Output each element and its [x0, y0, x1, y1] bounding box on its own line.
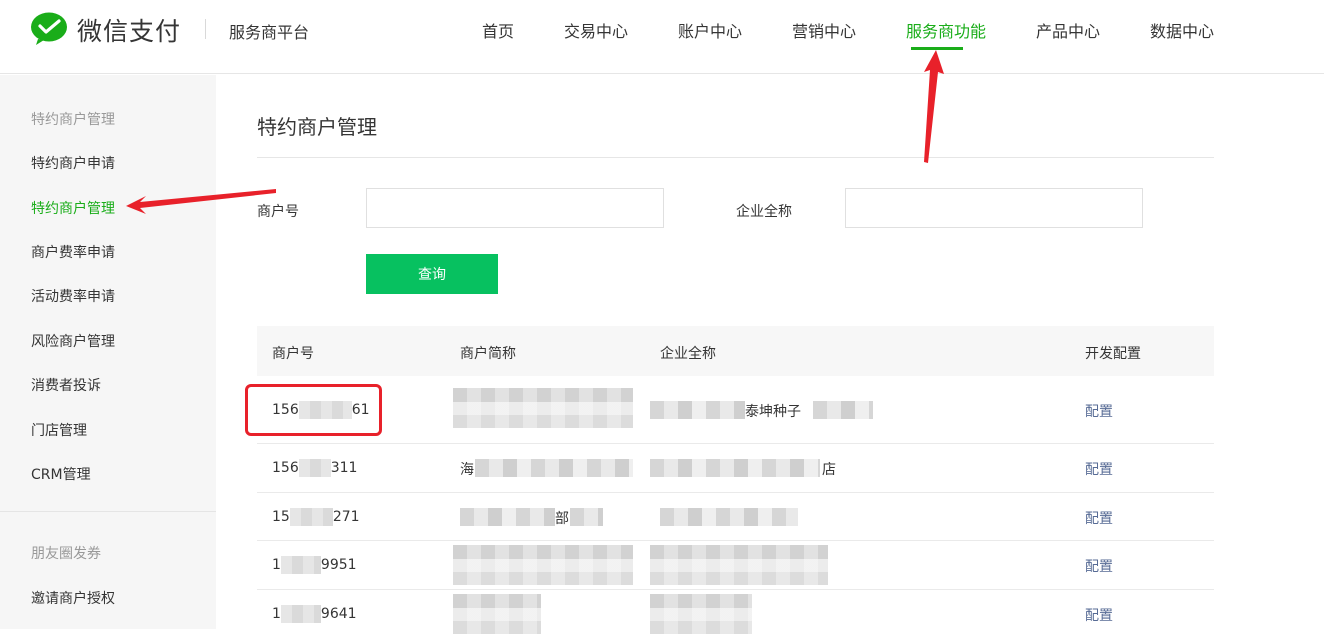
table-row: 19951 配置 — [257, 541, 1214, 590]
sidebar: 特约商户管理 特约商户申请 特约商户管理 商户费率申请 活动费率申请 风险商户管… — [0, 75, 216, 629]
table-row: 19641 配置 — [257, 590, 1214, 638]
sidebar-group-title: 特约商户管理 — [31, 109, 115, 129]
wechat-pay-logo-icon[interactable] — [30, 12, 68, 46]
page-title: 特约商户管理 — [257, 111, 377, 140]
nav-product-center[interactable]: 产品中心 — [1036, 18, 1100, 42]
sidebar-item-consumer-complaints[interactable]: 消费者投诉 — [31, 375, 101, 395]
masked-short-name — [460, 508, 555, 526]
column-header-company-name: 企业全称 — [660, 343, 716, 363]
masked-company-name — [650, 594, 752, 634]
nav-active-underline — [911, 47, 963, 50]
top-header: 微信支付 服务商平台 首页 交易中心 账户中心 营销中心 服务商功能 产品中心 … — [0, 0, 1324, 74]
masked-company-name — [813, 401, 873, 419]
masked-company-name — [650, 545, 828, 585]
sidebar-group-title: 朋友圈发券 — [31, 543, 101, 563]
sidebar-item-crm[interactable]: CRM管理 — [31, 464, 91, 484]
merchant-no-cell: 15271 — [272, 508, 360, 526]
company-name-input[interactable] — [845, 188, 1143, 228]
company-name-cell: 泰坤种子 — [745, 401, 801, 421]
merchant-no-input[interactable] — [366, 188, 664, 228]
masked-region — [299, 459, 331, 477]
masked-short-name — [453, 545, 633, 585]
sidebar-divider — [0, 511, 216, 512]
merchant-no-cell: 156311 — [272, 459, 357, 477]
sidebar-item-invite-merchant[interactable]: 邀请商户授权 — [31, 588, 115, 608]
merchant-no-label: 商户号 — [257, 201, 299, 221]
masked-short-name — [475, 459, 633, 477]
brand-name: 微信支付 — [77, 12, 181, 48]
platform-name: 服务商平台 — [229, 19, 309, 43]
masked-region — [281, 556, 321, 574]
table-row: 15661 泰坤种子 配置 — [257, 376, 1214, 444]
annotation-highlight-box — [245, 384, 382, 436]
company-name-label: 企业全称 — [736, 201, 792, 221]
short-name-cell: 海 — [460, 459, 474, 479]
nav-home[interactable]: 首页 — [482, 18, 514, 42]
masked-company-name — [650, 459, 820, 477]
merchant-no-cell: 19951 — [272, 556, 357, 574]
sidebar-item-merchant-manage[interactable]: 特约商户管理 — [31, 198, 115, 218]
sidebar-item-store-manage[interactable]: 门店管理 — [31, 420, 87, 440]
masked-company-name — [650, 401, 745, 419]
nav-trade-center[interactable]: 交易中心 — [564, 18, 628, 42]
sidebar-item-fee-apply[interactable]: 商户费率申请 — [31, 242, 115, 262]
title-divider — [257, 157, 1214, 158]
column-header-dev-config: 开发配置 — [1085, 343, 1141, 363]
masked-region — [281, 605, 321, 623]
merchant-table: 商户号 商户简称 企业全称 开发配置 15661 泰坤种子 配置 156311 … — [257, 326, 1214, 638]
sidebar-item-risk-merchant[interactable]: 风险商户管理 — [31, 331, 115, 351]
header-divider — [205, 19, 206, 39]
config-link[interactable]: 配置 — [1085, 556, 1113, 576]
nav-account-center[interactable]: 账户中心 — [678, 18, 742, 42]
column-header-short-name: 商户简称 — [460, 343, 516, 363]
nav-marketing-center[interactable]: 营销中心 — [792, 18, 856, 42]
table-row: 156311 海 店 配置 — [257, 444, 1214, 493]
config-link[interactable]: 配置 — [1085, 605, 1113, 625]
sidebar-item-merchant-apply[interactable]: 特约商户申请 — [31, 153, 115, 173]
masked-short-name — [453, 594, 541, 634]
config-link[interactable]: 配置 — [1085, 508, 1113, 528]
query-button[interactable]: 查询 — [366, 254, 498, 294]
short-name-cell: 部 — [555, 508, 569, 528]
nav-service-provider-functions[interactable]: 服务商功能 — [906, 18, 986, 42]
merchant-no-cell: 19641 — [272, 605, 357, 623]
column-header-merchant-no: 商户号 — [272, 343, 314, 363]
company-name-cell: 店 — [822, 459, 836, 479]
masked-short-name — [453, 388, 633, 428]
config-link[interactable]: 配置 — [1085, 401, 1113, 421]
nav-data-center[interactable]: 数据中心 — [1150, 18, 1214, 42]
masked-company-name — [660, 508, 798, 526]
config-link[interactable]: 配置 — [1085, 459, 1113, 479]
masked-short-name — [570, 508, 603, 526]
table-row: 15271 部 配置 — [257, 493, 1214, 542]
masked-region — [290, 508, 333, 526]
table-header: 商户号 商户简称 企业全称 开发配置 — [257, 326, 1214, 376]
sidebar-item-activity-fee-apply[interactable]: 活动费率申请 — [31, 286, 115, 306]
